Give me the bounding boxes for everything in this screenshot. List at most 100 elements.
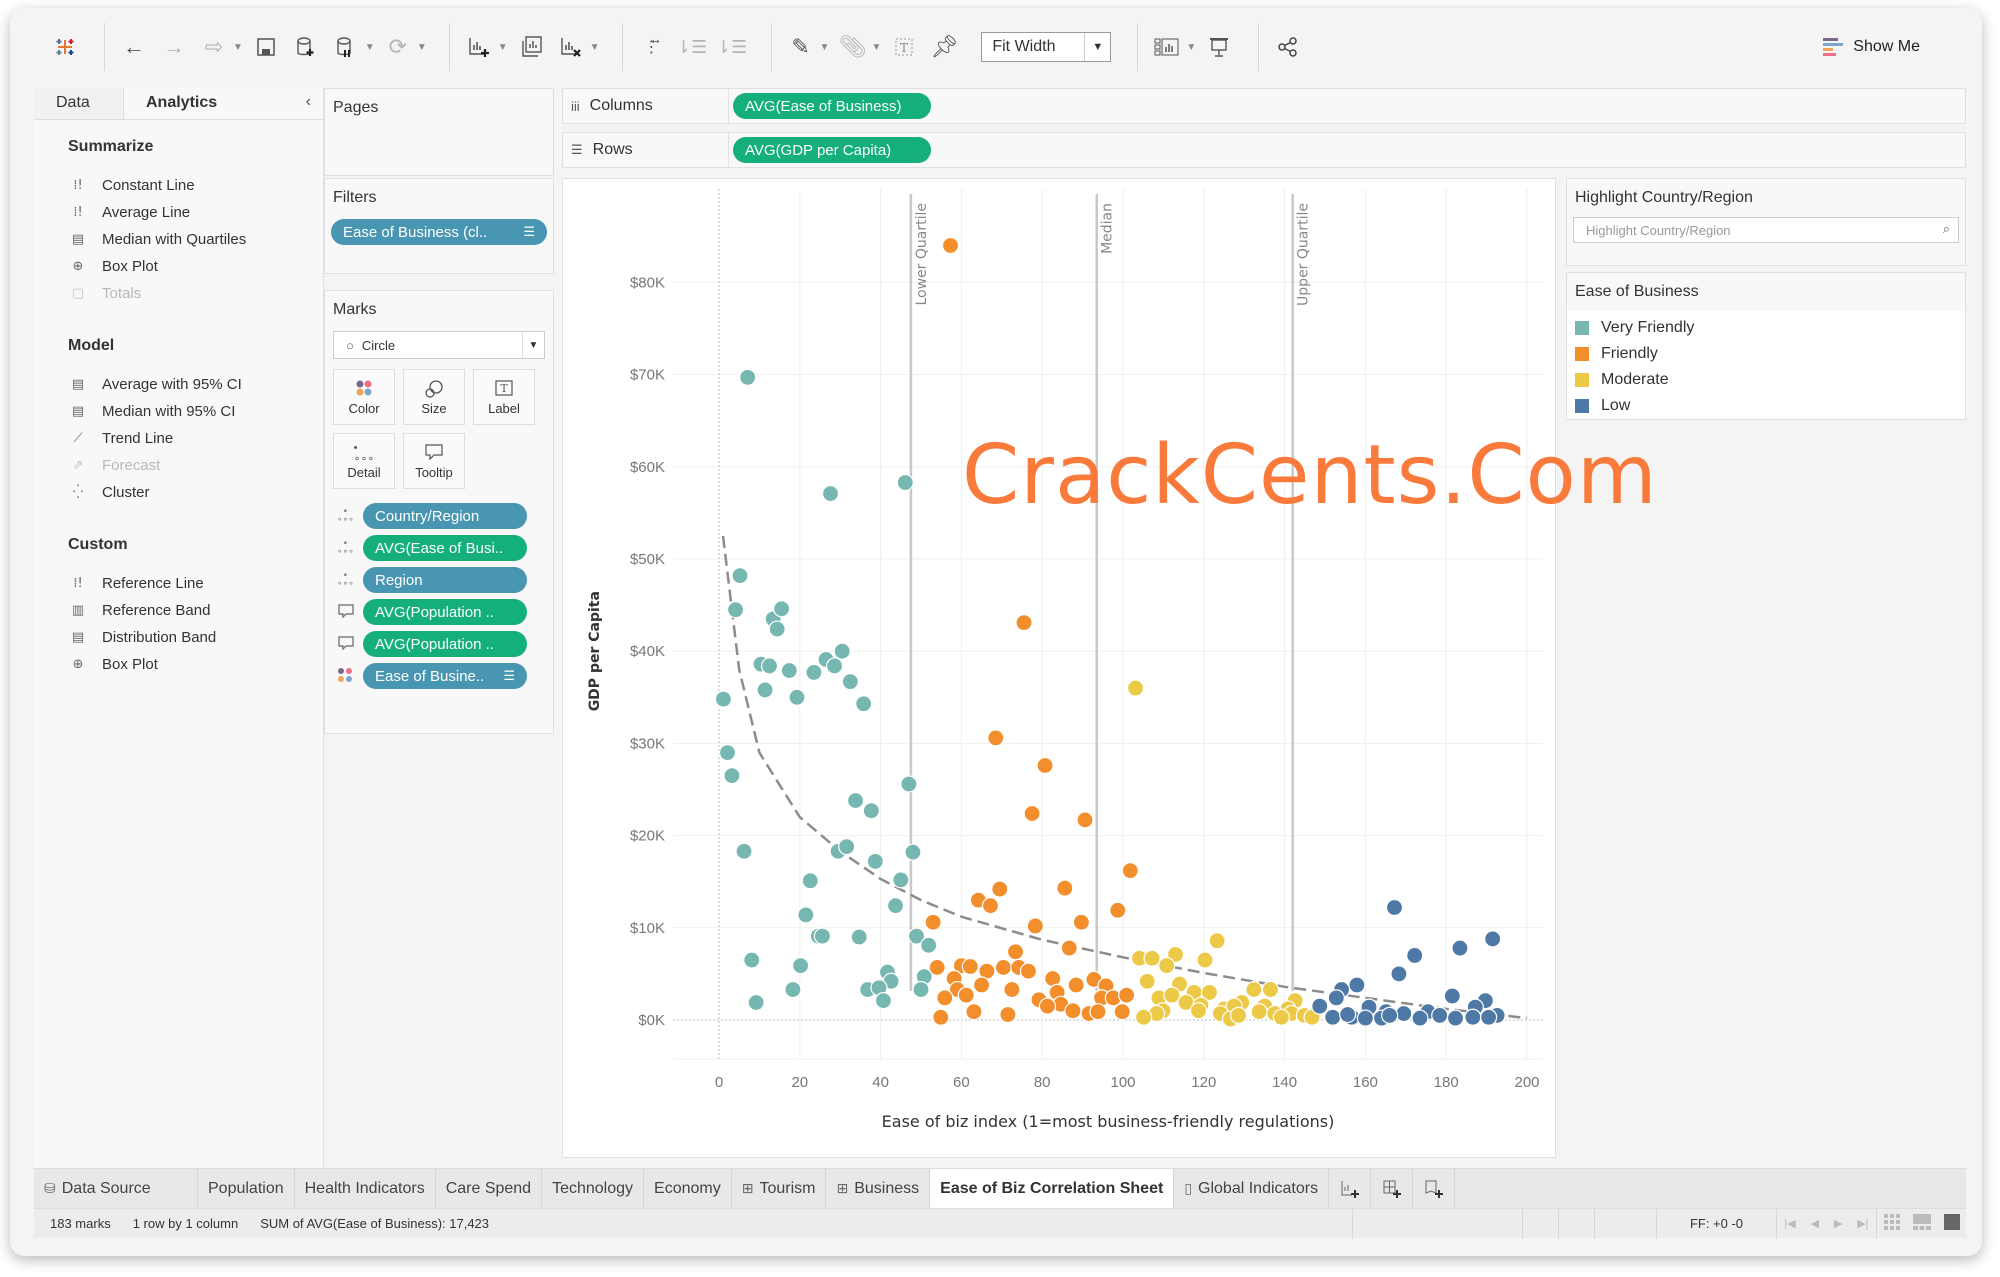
fix-axes-pin-icon[interactable]: 📌︎ (929, 32, 959, 62)
data-point-very-friendly[interactable] (768, 620, 786, 638)
tabs-view-icon[interactable] (1943, 1214, 1960, 1233)
tableau-logo-icon[interactable] (50, 32, 80, 62)
replay-dropdown-icon[interactable]: ▼ (233, 42, 243, 53)
data-point-friendly[interactable] (1006, 943, 1025, 961)
data-point-very-friendly[interactable] (846, 791, 865, 810)
data-point-very-friendly[interactable] (780, 661, 798, 680)
tooltip-button[interactable]: Tooltip (403, 433, 465, 489)
data-point-friendly[interactable] (1003, 980, 1021, 999)
data-point-friendly[interactable] (1060, 939, 1078, 957)
new-dashboard-tab-icon[interactable] (1371, 1169, 1414, 1209)
analytics-item-box-plot[interactable]: ⊕ Box Plot (68, 253, 323, 280)
columns-pill[interactable]: AVG(Ease of Business) (733, 93, 931, 119)
mark-type-select[interactable]: ○ Circle ▼ (333, 331, 545, 359)
data-point-very-friendly[interactable] (920, 936, 938, 954)
tab-data[interactable]: Data (34, 88, 124, 119)
clear-sheet-icon[interactable] (556, 32, 586, 62)
marks-field-pill[interactable]: Region (363, 567, 527, 593)
data-point-friendly[interactable] (1113, 1003, 1131, 1021)
data-point-friendly[interactable] (1109, 901, 1127, 919)
data-point-moderate[interactable] (1208, 932, 1226, 950)
data-point-very-friendly[interactable] (739, 368, 757, 386)
tooltip-icon[interactable] (337, 603, 363, 622)
data-point-friendly[interactable] (1067, 976, 1085, 994)
data-point-very-friendly[interactable] (900, 775, 918, 793)
analytics-item-box-plot[interactable]: ⊕ Box Plot (68, 651, 323, 678)
data-point-low[interactable] (1348, 976, 1366, 994)
data-point-friendly[interactable] (1019, 962, 1038, 980)
data-point-low[interactable] (1381, 1006, 1399, 1024)
data-point-very-friendly[interactable] (723, 767, 741, 785)
data-point-moderate[interactable] (1143, 949, 1161, 967)
data-point-very-friendly[interactable] (756, 681, 774, 699)
data-point-very-friendly[interactable] (841, 673, 859, 691)
data-point-friendly[interactable] (1026, 917, 1044, 935)
data-point-low[interactable] (1484, 930, 1502, 948)
data-point-moderate[interactable] (1196, 951, 1214, 969)
new-data-source-icon[interactable] (291, 32, 321, 62)
new-worksheet-icon[interactable] (464, 32, 494, 62)
data-point-very-friendly[interactable] (735, 842, 753, 860)
data-point-very-friendly[interactable] (731, 566, 749, 585)
analytics-item-reference-band[interactable]: ▥ Reference Band (68, 597, 323, 624)
sort-descending-icon[interactable]: ⇂☰ (716, 32, 747, 62)
fit-width-select[interactable]: Fit Width ▼ (981, 32, 1112, 62)
analytics-item-totals[interactable]: ▢ Totals (68, 280, 323, 307)
data-point-very-friendly[interactable] (821, 484, 840, 503)
data-point-moderate[interactable] (1126, 679, 1145, 697)
analytics-item-cluster[interactable]: ⁛ Cluster (68, 479, 323, 506)
legend-item[interactable]: Very Friendly (1567, 315, 1965, 341)
marks-field-pill[interactable]: AVG(Population .. (363, 631, 527, 657)
share-icon[interactable] (1273, 32, 1303, 62)
data-point-very-friendly[interactable] (813, 927, 832, 945)
data-point-low[interactable] (1411, 1009, 1429, 1027)
data-point-low[interactable] (1443, 987, 1461, 1005)
data-point-very-friendly[interactable] (718, 744, 737, 762)
data-point-friendly[interactable] (957, 986, 975, 1004)
pause-dropdown-icon[interactable]: ▼ (365, 42, 375, 53)
data-point-very-friendly[interactable] (855, 695, 873, 713)
duplicate-sheet-icon[interactable] (516, 32, 546, 62)
data-point-low[interactable] (1324, 1008, 1342, 1026)
data-point-friendly[interactable] (999, 1005, 1017, 1024)
sheet-tab-technology[interactable]: Technology (542, 1169, 645, 1209)
pages-card[interactable]: Pages (324, 88, 554, 176)
tab-analytics[interactable]: Analytics (124, 88, 294, 119)
data-point-friendly[interactable] (973, 976, 991, 994)
size-button[interactable]: Size (403, 369, 465, 425)
color-button[interactable]: Color (333, 369, 395, 425)
analytics-item-median-with-95-ci[interactable]: ▤ Median with 95% CI (68, 398, 323, 425)
detail-icon[interactable]: • ∘∘∘ (337, 507, 363, 525)
data-point-low[interactable] (1406, 946, 1424, 965)
undo-icon[interactable]: ← (119, 32, 149, 62)
show-cards-dropdown-icon[interactable]: ▼ (1186, 42, 1196, 53)
sheet-sorter-icon[interactable] (1883, 1214, 1900, 1233)
pause-updates-icon[interactable] (331, 32, 361, 62)
group-icon[interactable]: 📎︎ (837, 32, 867, 62)
data-point-friendly[interactable] (932, 1008, 950, 1026)
data-point-very-friendly[interactable] (797, 906, 815, 924)
data-point-friendly[interactable] (1089, 1003, 1107, 1021)
data-point-friendly[interactable] (1038, 997, 1057, 1015)
sheet-tab-tourism[interactable]: ⊞ Tourism (732, 1169, 827, 1209)
data-point-friendly[interactable] (1064, 1002, 1082, 1020)
new-worksheet-dropdown-icon[interactable]: ▼ (498, 42, 508, 53)
detail-icon[interactable]: • ∘∘∘ (337, 571, 363, 589)
new-story-tab-icon[interactable] (1413, 1169, 1456, 1209)
data-point-friendly[interactable] (981, 897, 1000, 915)
marks-field-pill[interactable]: AVG(Ease of Busi.. (363, 535, 527, 561)
data-point-friendly[interactable] (1076, 811, 1094, 829)
marks-field-pill[interactable]: Country/Region (363, 503, 527, 529)
rows-pill[interactable]: AVG(GDP per Capita) (733, 137, 931, 163)
analytics-item-trend-line[interactable]: ⟋ Trend Line (68, 425, 323, 452)
data-point-friendly[interactable] (965, 1003, 983, 1021)
data-point-friendly[interactable] (991, 880, 1009, 898)
data-point-friendly[interactable] (941, 236, 960, 255)
data-point-very-friendly[interactable] (726, 601, 745, 619)
refresh-icon[interactable]: ⟳ (383, 32, 413, 62)
data-point-low[interactable] (1446, 1009, 1465, 1027)
collapse-pane-icon[interactable]: ‹ (306, 88, 323, 119)
data-point-moderate[interactable] (1138, 972, 1156, 990)
data-point-very-friendly[interactable] (886, 897, 905, 915)
trend-line[interactable] (721, 535, 1528, 1020)
